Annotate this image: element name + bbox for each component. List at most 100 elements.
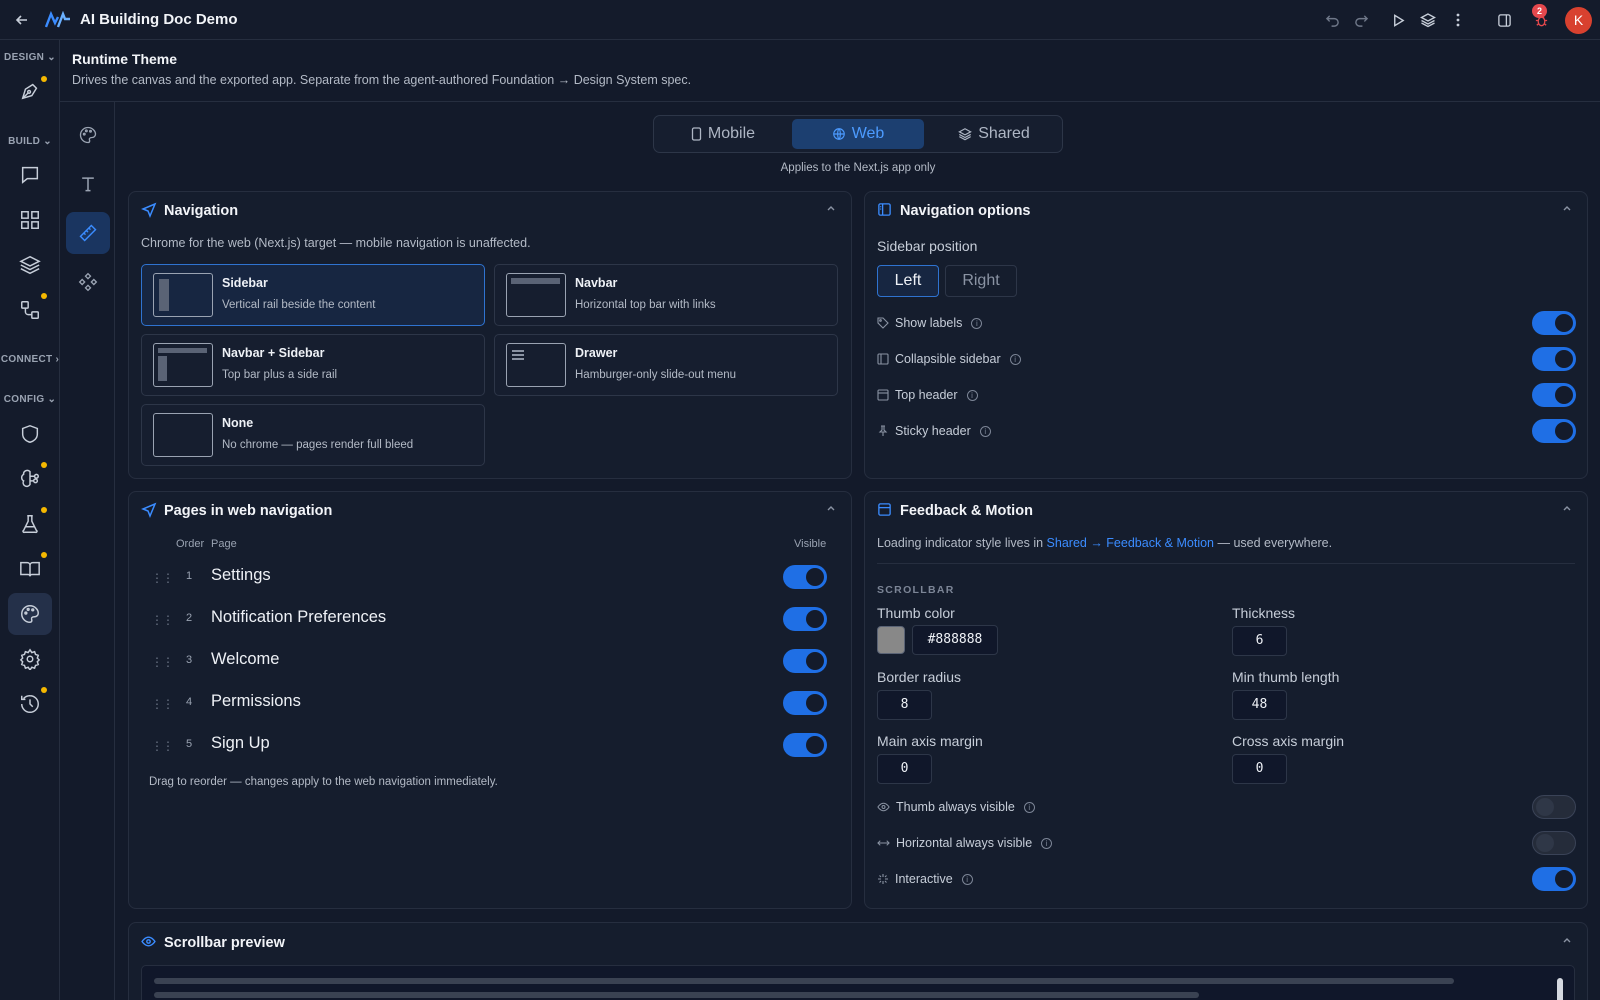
back-arrow-icon[interactable] — [11, 9, 33, 31]
info-icon[interactable]: i — [961, 873, 973, 885]
workflow-icon — [21, 301, 39, 319]
drag-handle-icon[interactable]: ⋮⋮ — [151, 697, 174, 711]
thumb-color-swatch[interactable] — [877, 626, 905, 654]
info-icon[interactable]: i — [979, 425, 991, 437]
brain-icon — [21, 469, 39, 488]
position-right-button[interactable]: Right — [945, 265, 1017, 297]
ruler-icon — [79, 224, 97, 242]
sidebar-collapse-icon — [877, 353, 889, 365]
info-icon[interactable]: i — [1023, 801, 1035, 813]
top-header-toggle[interactable] — [1532, 383, 1576, 407]
info-icon[interactable]: i — [971, 317, 983, 329]
nav-option-drawer[interactable]: Drawer Hamburger-only slide-out menu — [494, 334, 838, 396]
feedback-motion-link[interactable]: Shared → Feedback & Motion — [1047, 536, 1214, 550]
info-icon[interactable]: i — [966, 389, 978, 401]
drag-handle-icon[interactable]: ⋮⋮ — [151, 739, 174, 753]
navbar-sidebar-layout-thumbnail — [153, 343, 213, 387]
rail-security[interactable] — [8, 413, 52, 455]
collapsible-sidebar-row: Collapsible sidebar i — [877, 352, 1021, 366]
layers-icon[interactable] — [1417, 9, 1439, 31]
undo-icon[interactable] — [1321, 9, 1343, 31]
preview-scroll-thumb[interactable] — [1557, 978, 1563, 1000]
rail-section-build[interactable]: BUILD ⌄ — [0, 136, 60, 147]
rail-testing[interactable] — [8, 503, 52, 545]
thumb-always-visible-toggle[interactable] — [1532, 795, 1576, 819]
rail-layers[interactable] — [8, 244, 52, 286]
border-radius-input[interactable]: 8 — [877, 690, 932, 720]
top-bar: AI Building Doc Demo 2 K — [0, 0, 1600, 40]
rail-section-connect[interactable]: CONNECT › — [0, 354, 60, 365]
rail-flow[interactable] — [8, 289, 52, 331]
nav-option-none[interactable]: None No chrome — pages render full bleed — [141, 404, 485, 466]
bug-count-badge: 2 — [1532, 4, 1547, 18]
nav-option-sidebar[interactable]: Sidebar Vertical rail beside the content — [141, 264, 485, 326]
nav-option-navbar[interactable]: Navbar Horizontal top bar with links — [494, 264, 838, 326]
scrollbar-preview-area[interactable] — [141, 965, 1575, 1000]
collapse-chevron-icon[interactable] — [825, 202, 837, 214]
info-icon[interactable]: i — [1041, 837, 1053, 849]
navigation-arrow-icon — [141, 202, 157, 218]
sub-layout[interactable] — [66, 212, 110, 254]
interactive-toggle[interactable] — [1532, 867, 1576, 891]
rail-settings[interactable] — [8, 638, 52, 680]
main-axis-margin-input[interactable]: 0 — [877, 754, 932, 784]
horizontal-always-visible-toggle[interactable] — [1532, 831, 1576, 855]
pages-footer-note: Drag to reorder — changes apply to the w… — [149, 776, 498, 788]
rail-docs[interactable] — [8, 548, 52, 590]
more-vertical-icon[interactable] — [1447, 9, 1469, 31]
thickness-input[interactable]: 6 — [1232, 626, 1287, 656]
collapsible-sidebar-toggle[interactable] — [1532, 347, 1576, 371]
scrollbar-preview-title: Scrollbar preview — [164, 935, 285, 951]
shield-icon — [21, 424, 39, 444]
redo-icon[interactable] — [1350, 9, 1372, 31]
tab-shared[interactable]: Shared — [928, 119, 1060, 149]
drag-handle-icon[interactable]: ⋮⋮ — [151, 571, 174, 585]
page-visible-toggle[interactable] — [783, 691, 827, 715]
table-row: ⋮⋮ 1 Settings — [129, 558, 839, 598]
sub-colors[interactable] — [66, 114, 110, 156]
rail-design-pen[interactable] — [8, 70, 52, 112]
thickness-label: Thickness — [1232, 605, 1296, 621]
info-icon[interactable]: i — [1009, 353, 1021, 365]
nav-option-navbar-sidebar[interactable]: Navbar + Sidebar Top bar plus a side rai… — [141, 334, 485, 396]
position-left-button[interactable]: Left — [877, 265, 939, 297]
avatar[interactable]: K — [1565, 7, 1592, 34]
collapse-chevron-icon[interactable] — [1561, 502, 1573, 514]
collapse-chevron-icon[interactable] — [825, 502, 837, 514]
rail-section-config[interactable]: CONFIG ⌄ — [0, 394, 60, 405]
page-visible-toggle[interactable] — [783, 733, 827, 757]
chat-icon — [21, 166, 39, 184]
page-visible-toggle[interactable] — [783, 607, 827, 631]
rail-theme[interactable] — [8, 593, 52, 635]
page-visible-toggle[interactable] — [783, 649, 827, 673]
tab-web[interactable]: Web — [792, 119, 924, 149]
theme-sub-rail — [60, 102, 115, 1000]
thumb-always-visible-row: Thumb always visible i — [877, 800, 1035, 814]
sub-components[interactable] — [66, 261, 110, 303]
rail-chat[interactable] — [8, 154, 52, 196]
page-visible-toggle[interactable] — [783, 565, 827, 589]
sub-typography[interactable] — [66, 163, 110, 205]
thumb-color-input[interactable]: #888888 — [912, 625, 998, 655]
rail-ai-brain[interactable] — [8, 458, 52, 500]
min-thumb-length-input[interactable]: 48 — [1232, 690, 1287, 720]
rail-history[interactable] — [8, 683, 52, 725]
rail-section-design[interactable]: DESIGN ⌄ — [0, 52, 60, 63]
collapse-chevron-icon[interactable] — [1561, 202, 1573, 214]
sticky-header-row: Sticky header i — [877, 424, 991, 438]
table-row: ⋮⋮ 2 Notification Preferences — [129, 600, 839, 640]
drag-handle-icon[interactable]: ⋮⋮ — [151, 613, 174, 627]
show-labels-toggle[interactable] — [1532, 311, 1576, 335]
tab-mobile[interactable]: Mobile — [658, 119, 788, 149]
preview-line — [154, 992, 1199, 998]
feedback-motion-panel: Feedback & Motion Loading indicator styl… — [864, 491, 1588, 909]
rail-grid[interactable] — [8, 199, 52, 241]
sticky-header-toggle[interactable] — [1532, 419, 1576, 443]
play-icon[interactable] — [1387, 9, 1409, 31]
drag-handle-icon[interactable]: ⋮⋮ — [151, 655, 174, 669]
thumb-color-label: Thumb color — [877, 605, 955, 621]
panel-toggle-icon[interactable] — [1493, 9, 1515, 31]
cross-axis-margin-input[interactable]: 0 — [1232, 754, 1287, 784]
collapse-chevron-icon[interactable] — [1561, 934, 1573, 946]
interactive-row: Interactive i — [877, 872, 973, 886]
